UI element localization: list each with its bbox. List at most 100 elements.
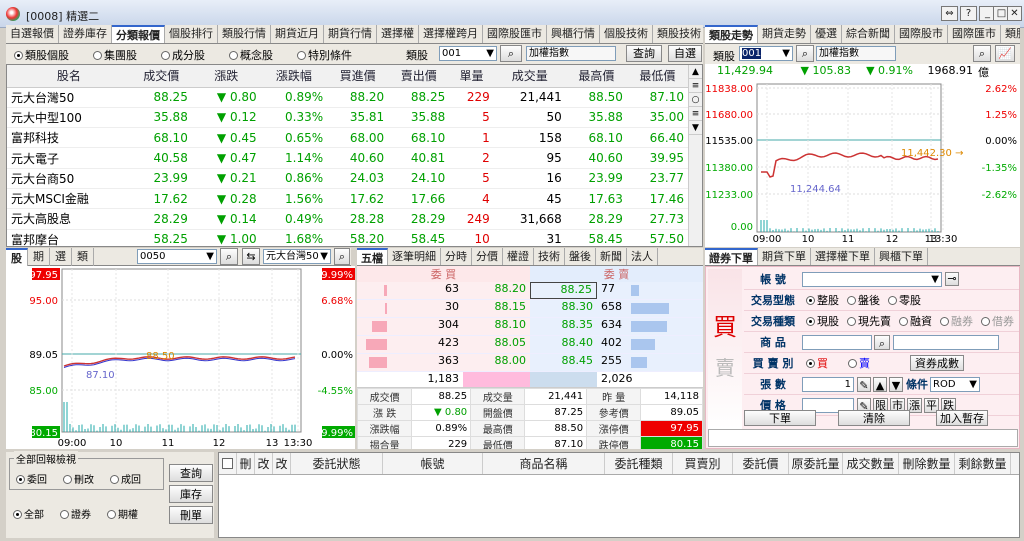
cond-select[interactable]: ROD ▼: [930, 376, 980, 392]
filter-option-4[interactable]: 特別條件: [293, 47, 352, 63]
ask-price[interactable]: 88.45: [530, 354, 597, 371]
scroll-btn-2[interactable]: ○: [689, 93, 702, 107]
hold-button[interactable]: 加入暫存: [936, 410, 988, 426]
grid-header-10[interactable]: 成交數量: [843, 453, 899, 474]
trade-kind-radio-0[interactable]: [806, 317, 815, 326]
quote-header-9[interactable]: 最低價: [626, 65, 688, 88]
clear-button[interactable]: 清除: [838, 410, 910, 426]
main-tab-11[interactable]: 個股技術: [600, 25, 653, 43]
right-tab-1[interactable]: 期貨走勢: [758, 25, 811, 43]
account-select[interactable]: ▼: [802, 271, 942, 287]
main-tab-1[interactable]: 證券庫存: [59, 25, 112, 43]
table-row[interactable]: 元大MSCI金融 17.62 ▼ 0.28 1.56% 17.62 17.66 4 45 17.…: [7, 188, 702, 210]
side-buy-radio[interactable]: [806, 359, 815, 368]
scroll-btn-1[interactable]: ≡: [689, 79, 702, 93]
right-tab-0[interactable]: 類股走勢: [705, 25, 758, 43]
search-icon[interactable]: ⌕: [500, 45, 522, 62]
qty-up-icon[interactable]: ▲: [873, 376, 887, 392]
quote-header-0[interactable]: 股名: [7, 65, 131, 88]
account-icon[interactable]: ⊸: [945, 272, 959, 286]
quote-header-4[interactable]: 買進價: [327, 65, 389, 88]
grid-header-3[interactable]: 委託狀態: [291, 453, 383, 474]
stock-tab-0[interactable]: 股: [6, 248, 28, 266]
table-row[interactable]: 元大台灣50 88.25 ▼ 0.80 0.89% 88.20 88.25 229 21,44…: [7, 87, 702, 108]
bid-price[interactable]: 88.00: [463, 354, 530, 371]
stock-tab-3[interactable]: 類: [72, 248, 94, 266]
stock-name-select[interactable]: 元大台灣50 ▼: [263, 249, 331, 264]
trade-type-radio-1[interactable]: [847, 296, 856, 305]
main-tab-5[interactable]: 期貨近月: [271, 25, 324, 43]
book-tab-1[interactable]: 逐筆明細: [388, 248, 441, 265]
filter-option-0[interactable]: 類股個股: [10, 47, 69, 63]
filter-option-1[interactable]: 集團股: [89, 47, 137, 63]
quote-header-1[interactable]: 成交價: [130, 65, 192, 88]
bid-price[interactable]: 88.05: [463, 336, 530, 353]
custom-button[interactable]: 自選: [668, 45, 702, 62]
main-tab-8[interactable]: 選擇權跨月: [419, 25, 483, 43]
quote-header-2[interactable]: 漲跌: [191, 65, 261, 88]
grid-header-12[interactable]: 剩餘數量: [955, 453, 1011, 474]
scroll-btn-0[interactable]: ▲: [689, 65, 702, 79]
restore-icon[interactable]: ⇔: [941, 6, 958, 21]
quote-header-7[interactable]: 成交量: [493, 65, 566, 88]
grid-header-9[interactable]: 原委託量: [789, 453, 843, 474]
query-button[interactable]: 查詢: [626, 45, 662, 62]
select-all-checkbox[interactable]: [219, 453, 237, 474]
table-row[interactable]: 元大台商50 23.99 ▼ 0.21 0.86% 24.03 24.10 5 16 23.99…: [7, 168, 702, 189]
main-tab-7[interactable]: 選擇權: [377, 25, 419, 43]
filter-option-2[interactable]: 成分股: [157, 47, 205, 63]
main-tab-0[interactable]: 自選報價: [6, 25, 59, 43]
bottom-btn-0[interactable]: 查詢: [169, 464, 213, 482]
bid-price[interactable]: 88.15: [463, 300, 530, 317]
trade-kind-radio-1[interactable]: [847, 317, 856, 326]
bid-price[interactable]: 88.10: [463, 318, 530, 335]
book-tab-8[interactable]: 法人: [627, 248, 658, 265]
table-row[interactable]: 元大電子 40.58 ▼ 0.47 1.14% 40.60 40.81 2 95 40.60 39…: [7, 147, 702, 169]
filter-option-3[interactable]: 概念股: [225, 47, 273, 63]
grid-header-6[interactable]: 委託種類: [605, 453, 673, 474]
trade-kind-radio-3[interactable]: [940, 317, 949, 326]
right-tab-2[interactable]: 優選: [811, 25, 842, 43]
main-tab-3[interactable]: 個股排行: [165, 25, 218, 43]
book-tab-5[interactable]: 技術: [534, 248, 565, 265]
main-tab-4[interactable]: 類股行情: [218, 25, 271, 43]
book-tab-6[interactable]: 盤後: [565, 248, 596, 265]
trade-type-radio-2[interactable]: [888, 296, 897, 305]
index-search-icon[interactable]: ⌕: [796, 45, 814, 62]
right-tab-5[interactable]: 國際匯市: [948, 25, 1001, 43]
grid-header-1[interactable]: 改: [255, 453, 273, 474]
bottom-btn-2[interactable]: 刪單: [169, 506, 213, 524]
right-tab-6[interactable]: 類股: [1001, 25, 1020, 43]
stock-search-icon[interactable]: ⌕: [220, 248, 238, 265]
order-tab-3[interactable]: 興櫃下單: [875, 248, 928, 265]
product-search-icon[interactable]: ⌕: [874, 334, 890, 350]
market-opt-0[interactable]: 全部: [9, 506, 44, 521]
qty-field[interactable]: 1: [802, 376, 854, 392]
book-tab-3[interactable]: 分價: [472, 248, 503, 265]
report-opt-0[interactable]: 委回: [12, 471, 47, 486]
book-tab-2[interactable]: 分時: [441, 248, 472, 265]
chart-icon[interactable]: 📈: [995, 45, 1015, 62]
ask-price[interactable]: 88.30: [530, 300, 597, 317]
order-tab-2[interactable]: 選擇權下單: [811, 248, 875, 265]
book-tab-4[interactable]: 權證: [503, 248, 534, 265]
trade-kind-radio-2[interactable]: [899, 317, 908, 326]
scroll-btn-3[interactable]: ≡: [689, 107, 702, 121]
bid-price[interactable]: 88.20: [463, 282, 530, 299]
quote-header-8[interactable]: 最高價: [565, 65, 627, 88]
report-opt-2[interactable]: 成回: [106, 471, 141, 486]
help-button[interactable]: ?: [960, 6, 977, 21]
qty-edit-icon[interactable]: ✎: [857, 376, 871, 392]
order-tab-0[interactable]: 證券下單: [705, 248, 758, 265]
grid-header-7[interactable]: 買賣別: [673, 453, 733, 474]
scroll-btn-4[interactable]: ▼: [689, 121, 702, 135]
product-field[interactable]: [802, 334, 872, 350]
grid-header-8[interactable]: 委託價: [733, 453, 789, 474]
report-opt-1[interactable]: 刪改: [59, 471, 94, 486]
quote-scrollbar[interactable]: ▲ ≡ ○ ≡ ▼: [688, 65, 702, 246]
book-tab-0[interactable]: 五檔: [357, 248, 388, 265]
search-icon[interactable]: ⌕: [973, 45, 991, 62]
right-tab-4[interactable]: 國際股市: [895, 25, 948, 43]
side-sell-radio[interactable]: [848, 359, 857, 368]
grid-header-2[interactable]: 改: [273, 453, 291, 474]
